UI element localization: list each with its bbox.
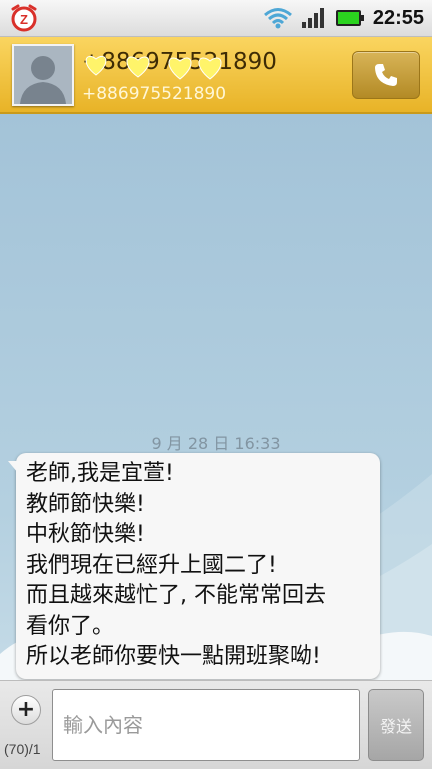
phone-icon: [375, 64, 397, 86]
conversation-view[interactable]: 9 月 28 日 16:33 老師,我是宜萱! 教師節快樂! 中秋節快樂! 我們…: [0, 114, 432, 680]
wifi-icon: [263, 8, 292, 29]
app-notification-icon: Z: [11, 4, 37, 32]
message-bubble[interactable]: 老師,我是宜萱! 教師節快樂! 中秋節快樂! 我們現在已經升上國二了! 而且越來…: [8, 453, 380, 679]
message-line: 老師,我是宜萱!: [26, 461, 174, 486]
message-input[interactable]: [52, 689, 360, 761]
person-silhouette-icon: [14, 46, 72, 104]
heart-stickers-overlay: [85, 55, 222, 80]
message-line: 所以老師你要快一點開班聚呦!: [26, 644, 321, 669]
svg-text:Z: Z: [20, 12, 28, 27]
message-timestamp: 9 月 28 日 16:33: [151, 434, 281, 453]
message-line: 教師節快樂!: [26, 491, 145, 517]
battery-icon: [335, 10, 364, 26]
character-counter: (70)/1: [4, 741, 41, 757]
attach-button[interactable]: +: [11, 695, 41, 725]
contact-avatar[interactable]: [12, 44, 74, 106]
compose-bar: + (70)/1 發送: [0, 680, 432, 769]
message-line: 我們現在已經升上國二了!: [26, 552, 277, 578]
call-button[interactable]: [352, 51, 420, 99]
send-button[interactable]: 發送: [368, 689, 424, 761]
message-line: 看你了。: [26, 613, 115, 639]
status-bar: Z 22:55: [0, 0, 432, 37]
contact-number: +886975521890: [82, 84, 227, 104]
signal-icon: [301, 8, 324, 28]
contact-header[interactable]: +886975521890 +886975521890: [0, 37, 432, 114]
message-line: 而且越來越忙了, 不能常常回去: [26, 583, 326, 608]
message-line: 中秋節快樂!: [26, 522, 145, 547]
clock: 22:55: [372, 6, 424, 29]
